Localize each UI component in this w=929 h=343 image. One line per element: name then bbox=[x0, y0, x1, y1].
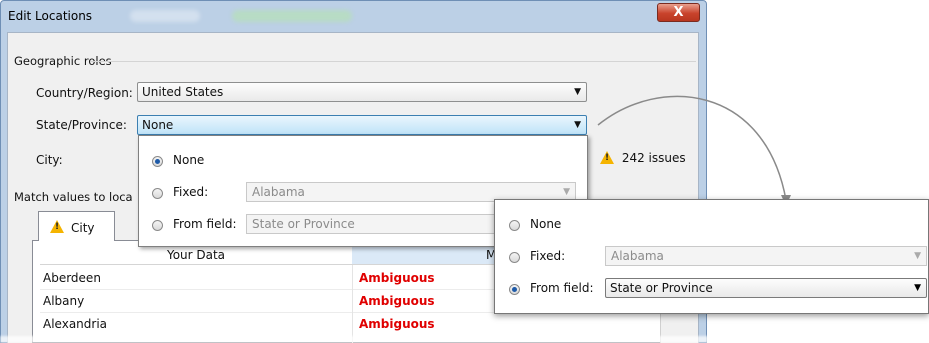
fixed-value: Alabama bbox=[611, 249, 664, 263]
zoomed-callout: None Fixed: Alabama ▼ From field: State … bbox=[494, 199, 929, 314]
field-value: State or Province bbox=[252, 217, 355, 231]
table-row-match[interactable]: Ambiguous bbox=[359, 314, 435, 335]
state-label: State/Province: bbox=[36, 118, 127, 132]
title-bar[interactable] bbox=[0, 0, 707, 32]
table-row-match[interactable]: Ambiguous bbox=[359, 268, 435, 289]
radio-from-field[interactable] bbox=[509, 284, 520, 295]
state-value: None bbox=[142, 118, 174, 132]
match-values-label: Match values to loca bbox=[14, 190, 133, 204]
window-title: Edit Locations bbox=[8, 9, 93, 23]
field-value: State or Province bbox=[610, 281, 713, 295]
country-value: United States bbox=[142, 85, 224, 99]
fixed-select[interactable]: Alabama ▼ bbox=[605, 246, 927, 266]
radio-from-field[interactable] bbox=[152, 220, 163, 231]
radio-fixed-label[interactable]: Fixed: bbox=[530, 249, 565, 263]
radio-fixed[interactable] bbox=[509, 252, 520, 263]
radio-from-field-label[interactable]: From field: bbox=[530, 281, 593, 295]
state-select[interactable]: None ▼ bbox=[137, 115, 587, 135]
city-label: City: bbox=[36, 153, 63, 167]
fixed-value: Alabama bbox=[252, 185, 305, 199]
field-select[interactable]: State or Province ▼ bbox=[605, 278, 927, 298]
tab-city[interactable]: ! City bbox=[38, 211, 115, 241]
warning-icon: ! bbox=[50, 220, 64, 233]
radio-fixed[interactable] bbox=[152, 188, 163, 199]
table-row-match[interactable]: Ambiguous bbox=[359, 291, 435, 312]
radio-none-label[interactable]: None bbox=[173, 153, 204, 167]
column-header-your-data[interactable]: Your Data bbox=[40, 246, 352, 265]
tab-city-label: City bbox=[71, 221, 95, 235]
chevron-down-icon: ▼ bbox=[914, 283, 921, 293]
group-divider bbox=[90, 61, 696, 62]
table-row-data[interactable]: Aberdeen bbox=[43, 268, 101, 289]
chevron-down-icon: ▼ bbox=[574, 120, 581, 130]
country-label: Country/Region: bbox=[36, 86, 133, 100]
radio-none[interactable] bbox=[509, 220, 520, 231]
close-button[interactable]: X bbox=[657, 3, 700, 22]
radio-none[interactable] bbox=[152, 156, 163, 167]
bottom-fade bbox=[0, 336, 929, 343]
background-pill-blur bbox=[232, 10, 352, 22]
radio-from-field-label[interactable]: From field: bbox=[173, 217, 236, 231]
radio-none-label[interactable]: None bbox=[530, 217, 561, 231]
column-divider bbox=[352, 265, 353, 343]
radio-fixed-label[interactable]: Fixed: bbox=[173, 185, 208, 199]
chevron-down-icon: ▼ bbox=[914, 251, 921, 261]
background-tab-blur bbox=[130, 10, 200, 22]
callout-arrow bbox=[597, 95, 791, 206]
chevron-down-icon: ▼ bbox=[574, 87, 581, 97]
table-row-data[interactable]: Alexandria bbox=[43, 314, 107, 335]
country-select[interactable]: United States ▼ bbox=[137, 82, 587, 102]
table-row-data[interactable]: Albany bbox=[43, 291, 84, 312]
